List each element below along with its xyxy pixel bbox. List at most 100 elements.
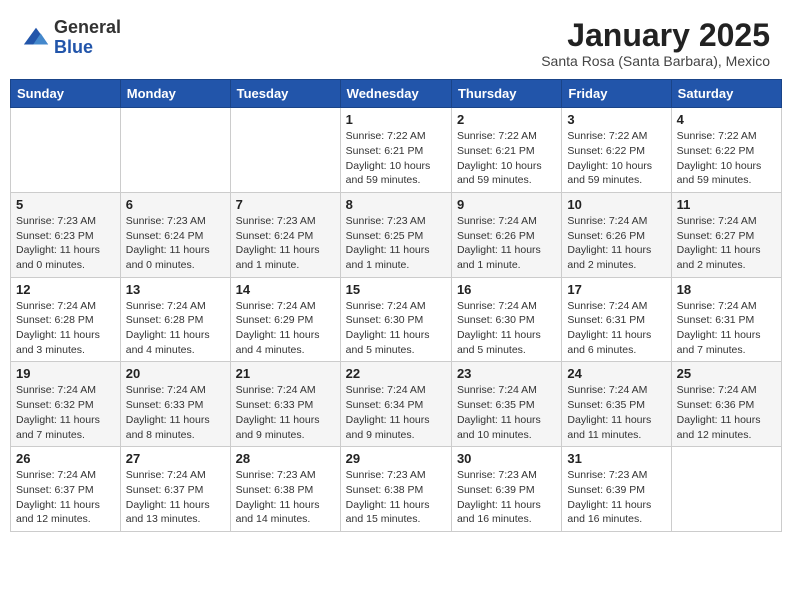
- day-number: 27: [126, 451, 225, 466]
- calendar-cell: 31 Sunrise: 7:23 AM Sunset: 6:39 PM Dayli…: [562, 447, 671, 532]
- calendar-week-row: 12Sunrise: 7:24 AM Sunset: 6:28 PM Dayli…: [11, 277, 782, 362]
- day-info: Sunrise: 7:24 AM Sunset: 6:30 PM Dayligh…: [457, 299, 556, 358]
- logo-icon: [22, 24, 50, 52]
- day-number: 14: [236, 282, 335, 297]
- calendar-cell: 29 Sunrise: 7:23 AM Sunset: 6:38 PM Dayli…: [340, 447, 451, 532]
- day-info: Sunrise: 7:24 AM Sunset: 6:32 PM Dayligh…: [16, 383, 115, 442]
- day-number: 20: [126, 366, 225, 381]
- day-number: 18: [677, 282, 776, 297]
- day-info: Sunrise: 7:24 AM Sunset: 6:35 PM Dayligh…: [457, 383, 556, 442]
- calendar-cell: 30 Sunrise: 7:23 AM Sunset: 6:39 PM Dayli…: [451, 447, 561, 532]
- day-header-thursday: Thursday: [451, 80, 561, 108]
- day-number: 4: [677, 112, 776, 127]
- day-info: Sunrise: 7:24 AM Sunset: 6:33 PM Dayligh…: [126, 383, 225, 442]
- calendar-cell: 25 Sunrise: 7:24 AM Sunset: 6:36 PM Dayli…: [671, 362, 781, 447]
- day-info: Sunrise: 7:23 AM Sunset: 6:24 PM Dayligh…: [236, 214, 335, 273]
- day-info: Sunrise: 7:23 AM Sunset: 6:24 PM Dayligh…: [126, 214, 225, 273]
- calendar-cell: [671, 447, 781, 532]
- day-info: Sunrise: 7:24 AM Sunset: 6:27 PM Dayligh…: [677, 214, 776, 273]
- day-number: 31: [567, 451, 665, 466]
- calendar-cell: 7Sunrise: 7:23 AM Sunset: 6:24 PM Daylig…: [230, 192, 340, 277]
- day-info: Sunrise: 7:22 AM Sunset: 6:22 PM Dayligh…: [567, 129, 665, 188]
- day-info: Sunrise: 7:23 AM Sunset: 6:38 PM Dayligh…: [236, 468, 335, 527]
- calendar-cell: 5 Sunrise: 7:23 AM Sunset: 6:23 PM Daylig…: [11, 192, 121, 277]
- calendar-cell: 13Sunrise: 7:24 AM Sunset: 6:28 PM Dayli…: [120, 277, 230, 362]
- day-number: 11: [677, 197, 776, 212]
- day-info: Sunrise: 7:24 AM Sunset: 6:26 PM Dayligh…: [457, 214, 556, 273]
- day-info: Sunrise: 7:23 AM Sunset: 6:25 PM Dayligh…: [346, 214, 446, 273]
- calendar-cell: 1Sunrise: 7:22 AM Sunset: 6:21 PM Daylig…: [340, 108, 451, 193]
- day-header-monday: Monday: [120, 80, 230, 108]
- calendar-cell: 17 Sunrise: 7:24 AM Sunset: 6:31 PM Dayli…: [562, 277, 671, 362]
- title-area: January 2025 Santa Rosa (Santa Barbara),…: [541, 18, 770, 69]
- day-number: 19: [16, 366, 115, 381]
- location-subtitle: Santa Rosa (Santa Barbara), Mexico: [541, 53, 770, 69]
- calendar-cell: 21 Sunrise: 7:24 AM Sunset: 6:33 PM Dayli…: [230, 362, 340, 447]
- day-number: 3: [567, 112, 665, 127]
- day-info: Sunrise: 7:23 AM Sunset: 6:39 PM Dayligh…: [567, 468, 665, 527]
- calendar-cell: [120, 108, 230, 193]
- calendar-cell: 19 Sunrise: 7:24 AM Sunset: 6:32 PM Dayli…: [11, 362, 121, 447]
- day-number: 10: [567, 197, 665, 212]
- calendar-cell: 23 Sunrise: 7:24 AM Sunset: 6:35 PM Dayli…: [451, 362, 561, 447]
- day-number: 29: [346, 451, 446, 466]
- calendar-cell: 10 Sunrise: 7:24 AM Sunset: 6:26 PM Dayli…: [562, 192, 671, 277]
- day-number: 2: [457, 112, 556, 127]
- calendar-cell: 14Sunrise: 7:24 AM Sunset: 6:29 PM Dayli…: [230, 277, 340, 362]
- page-header: General Blue January 2025 Santa Rosa (Sa…: [10, 10, 782, 73]
- calendar-cell: 26Sunrise: 7:24 AM Sunset: 6:37 PM Dayli…: [11, 447, 121, 532]
- day-info: Sunrise: 7:23 AM Sunset: 6:23 PM Dayligh…: [16, 214, 115, 273]
- day-number: 21: [236, 366, 335, 381]
- calendar-cell: 18 Sunrise: 7:24 AM Sunset: 6:31 PM Dayli…: [671, 277, 781, 362]
- day-header-friday: Friday: [562, 80, 671, 108]
- day-info: Sunrise: 7:24 AM Sunset: 6:34 PM Dayligh…: [346, 383, 446, 442]
- day-number: 13: [126, 282, 225, 297]
- calendar-week-row: 1Sunrise: 7:22 AM Sunset: 6:21 PM Daylig…: [11, 108, 782, 193]
- day-info: Sunrise: 7:24 AM Sunset: 6:31 PM Dayligh…: [567, 299, 665, 358]
- day-number: 5: [16, 197, 115, 212]
- day-number: 26: [16, 451, 115, 466]
- calendar-cell: 8 Sunrise: 7:23 AM Sunset: 6:25 PM Daylig…: [340, 192, 451, 277]
- logo: General Blue: [22, 18, 121, 58]
- calendar-cell: 6Sunrise: 7:23 AM Sunset: 6:24 PM Daylig…: [120, 192, 230, 277]
- day-info: Sunrise: 7:24 AM Sunset: 6:37 PM Dayligh…: [126, 468, 225, 527]
- day-info: Sunrise: 7:24 AM Sunset: 6:35 PM Dayligh…: [567, 383, 665, 442]
- day-number: 8: [346, 197, 446, 212]
- calendar-cell: [11, 108, 121, 193]
- calendar-header-row: SundayMondayTuesdayWednesdayThursdayFrid…: [11, 80, 782, 108]
- logo-text: General Blue: [54, 18, 121, 58]
- day-number: 17: [567, 282, 665, 297]
- calendar-cell: [230, 108, 340, 193]
- day-info: Sunrise: 7:22 AM Sunset: 6:22 PM Dayligh…: [677, 129, 776, 188]
- calendar-cell: 3 Sunrise: 7:22 AM Sunset: 6:22 PM Daylig…: [562, 108, 671, 193]
- day-info: Sunrise: 7:24 AM Sunset: 6:26 PM Dayligh…: [567, 214, 665, 273]
- calendar-week-row: 26 Sunrise: 7:24 AM Sunset: 6:37 PM Dayli…: [11, 447, 782, 532]
- day-header-saturday: Saturday: [671, 80, 781, 108]
- day-number: 15: [346, 282, 446, 297]
- day-info: Sunrise: 7:22 AM Sunset: 6:21 PM Dayligh…: [457, 129, 556, 188]
- day-number: 23: [457, 366, 556, 381]
- day-info: Sunrise: 7:24 AM Sunset: 6:30 PM Dayligh…: [346, 299, 446, 358]
- day-number: 22: [346, 366, 446, 381]
- calendar-cell: 20 Sunrise: 7:24 AM Sunset: 6:33 PM Dayli…: [120, 362, 230, 447]
- day-header-wednesday: Wednesday: [340, 80, 451, 108]
- calendar-cell: 28Sunrise: 7:23 AM Sunset: 6:38 PM Dayli…: [230, 447, 340, 532]
- day-header-tuesday: Tuesday: [230, 80, 340, 108]
- day-number: 25: [677, 366, 776, 381]
- day-info: Sunrise: 7:24 AM Sunset: 6:31 PM Dayligh…: [677, 299, 776, 358]
- calendar-cell: 11 Sunrise: 7:24 AM Sunset: 6:27 PM Dayli…: [671, 192, 781, 277]
- month-title: January 2025: [541, 18, 770, 53]
- day-info: Sunrise: 7:23 AM Sunset: 6:39 PM Dayligh…: [457, 468, 556, 527]
- calendar-cell: 22 Sunrise: 7:24 AM Sunset: 6:34 PM Dayli…: [340, 362, 451, 447]
- calendar-cell: 2 Sunrise: 7:22 AM Sunset: 6:21 PM Daylig…: [451, 108, 561, 193]
- day-header-sunday: Sunday: [11, 80, 121, 108]
- day-info: Sunrise: 7:24 AM Sunset: 6:36 PM Dayligh…: [677, 383, 776, 442]
- day-number: 24: [567, 366, 665, 381]
- day-info: Sunrise: 7:24 AM Sunset: 6:28 PM Dayligh…: [16, 299, 115, 358]
- day-info: Sunrise: 7:24 AM Sunset: 6:33 PM Dayligh…: [236, 383, 335, 442]
- calendar-cell: 27 Sunrise: 7:24 AM Sunset: 6:37 PM Dayli…: [120, 447, 230, 532]
- logo-general-text: General: [54, 18, 121, 38]
- day-number: 30: [457, 451, 556, 466]
- day-info: Sunrise: 7:23 AM Sunset: 6:38 PM Dayligh…: [346, 468, 446, 527]
- calendar-cell: 15 Sunrise: 7:24 AM Sunset: 6:30 PM Dayli…: [340, 277, 451, 362]
